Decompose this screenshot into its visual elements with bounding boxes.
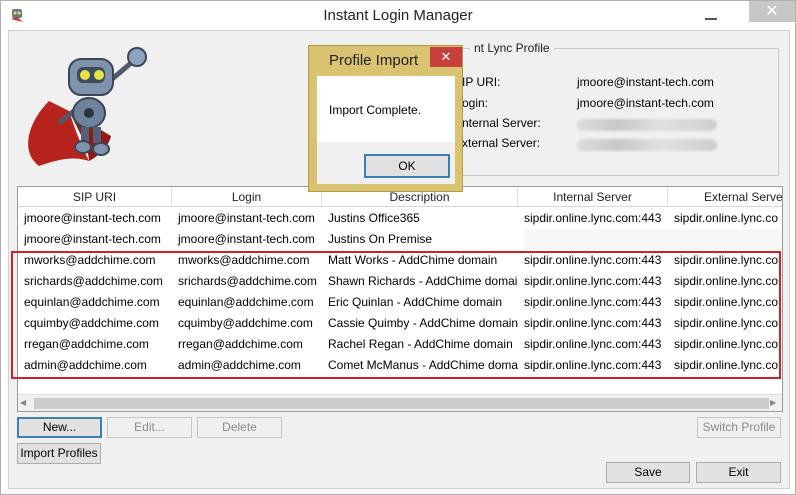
table-row[interactable]: equinlan@addchime.com equinlan@addchime.… bbox=[18, 292, 782, 313]
window-title: Instant Login Manager bbox=[323, 7, 473, 24]
cell-login: cquimby@addchime.com bbox=[178, 316, 313, 330]
dialog-close-button[interactable]: ✕ bbox=[430, 47, 462, 67]
profile-group-legend: nt Lync Profile bbox=[470, 41, 554, 55]
cell-sip-uri: jmoore@instant-tech.com bbox=[24, 211, 161, 225]
cell-internal-server: sipdir.online.lync.com:443 bbox=[524, 274, 662, 288]
cell-external-server: sipdir.online.lync.co bbox=[674, 211, 779, 225]
cell-login: srichards@addchime.com bbox=[178, 274, 317, 288]
login-label: ogin: bbox=[462, 96, 489, 110]
internal-server-label: nternal Server: bbox=[462, 116, 541, 130]
cell-external-server: sipdir.online.lync.co bbox=[674, 337, 779, 351]
cell-internal-server: sipdir.online.lync.com:443 bbox=[524, 211, 662, 225]
table-row[interactable]: mworks@addchime.com mworks@addchime.com … bbox=[18, 250, 782, 271]
new-profile-button[interactable]: New... bbox=[17, 417, 102, 438]
internal-server-value-redacted bbox=[577, 119, 717, 131]
cell-external-server: sipdir.online.lync.co bbox=[674, 316, 779, 330]
column-header-sip-uri[interactable]: SIP URI bbox=[18, 187, 172, 207]
cell-login: jmoore@instant-tech.com bbox=[178, 211, 315, 225]
cell-description: Cassie Quimby - AddChime domain bbox=[328, 316, 518, 330]
table-row[interactable]: rregan@addchime.com rregan@addchime.com … bbox=[18, 334, 782, 355]
cell-internal-server: sipdir.online.lync.com:443 bbox=[524, 295, 662, 309]
scrollbar-thumb[interactable] bbox=[34, 398, 769, 409]
cell-login: mworks@addchime.com bbox=[178, 253, 310, 267]
exit-button[interactable]: Exit bbox=[696, 462, 781, 483]
robot-logo bbox=[28, 47, 147, 166]
column-header-external-server[interactable]: External Server bbox=[668, 187, 782, 207]
column-header-login[interactable]: Login bbox=[172, 187, 322, 207]
table-row[interactable]: jmoore@instant-tech.com jmoore@instant-t… bbox=[18, 229, 782, 250]
cell-description: Shawn Richards - AddChime domai bbox=[328, 274, 518, 288]
profile-import-dialog: Profile Import ✕ Import Complete. OK bbox=[308, 45, 463, 192]
table-row[interactable]: jmoore@instant-tech.com jmoore@instant-t… bbox=[18, 208, 782, 229]
cell-sip-uri: mworks@addchime.com bbox=[24, 253, 156, 267]
sip-uri-label: IP URI: bbox=[462, 75, 501, 89]
cell-external-server: sipdir.online.lync.co bbox=[674, 295, 779, 309]
cell-description: Comet McManus - AddChime doma bbox=[328, 358, 518, 372]
column-header-internal-server[interactable]: Internal Server bbox=[518, 187, 668, 207]
dialog-footer: OK bbox=[317, 142, 455, 184]
profiles-grid[interactable]: SIP URI Login Description Internal Serve… bbox=[17, 186, 783, 412]
switch-profile-button[interactable]: Switch Profile bbox=[697, 417, 781, 438]
table-row[interactable]: cquimby@addchime.com cquimby@addchime.co… bbox=[18, 313, 782, 334]
dialog-title: Profile Import bbox=[329, 52, 419, 69]
external-server-label: xternal Server: bbox=[462, 136, 541, 150]
cell-login: jmoore@instant-tech.com bbox=[178, 232, 315, 246]
scroll-right-arrow-icon[interactable]: ▶ bbox=[770, 398, 780, 408]
cell-internal-server bbox=[524, 229, 668, 250]
main-window: Instant Login Manager ✕ nt Lync Profile … bbox=[0, 0, 796, 495]
cell-sip-uri: equinlan@addchime.com bbox=[24, 295, 160, 309]
sip-uri-value: jmoore@instant-tech.com bbox=[577, 75, 714, 89]
cell-external-server: sipdir.online.lync.co bbox=[674, 274, 779, 288]
dialog-message: Import Complete. bbox=[329, 103, 422, 117]
ok-button[interactable]: OK bbox=[364, 154, 450, 178]
title-bar: Instant Login Manager ✕ bbox=[1, 1, 795, 30]
dialog-body: Import Complete. bbox=[317, 76, 455, 142]
cell-internal-server: sipdir.online.lync.com:443 bbox=[524, 337, 662, 351]
cell-description: Rachel Regan - AddChime domain bbox=[328, 337, 513, 351]
table-row[interactable]: srichards@addchime.com srichards@addchim… bbox=[18, 271, 782, 292]
edit-profile-button[interactable]: Edit... bbox=[107, 417, 192, 438]
cell-login: admin@addchime.com bbox=[178, 358, 301, 372]
cell-sip-uri: cquimby@addchime.com bbox=[24, 316, 159, 330]
cell-sip-uri: jmoore@instant-tech.com bbox=[24, 232, 161, 246]
cell-internal-server: sipdir.online.lync.com:443 bbox=[524, 358, 662, 372]
scroll-left-arrow-icon[interactable]: ◀ bbox=[20, 398, 30, 408]
cell-external-server bbox=[668, 229, 782, 250]
window-close-button[interactable]: ✕ bbox=[749, 1, 795, 22]
save-button[interactable]: Save bbox=[606, 462, 690, 483]
cell-description: Matt Works - AddChime domain bbox=[328, 253, 498, 267]
delete-profile-button[interactable]: Delete bbox=[197, 417, 282, 438]
cell-sip-uri: admin@addchime.com bbox=[24, 358, 147, 372]
login-value: jmoore@instant-tech.com bbox=[577, 96, 714, 110]
cell-external-server: sipdir.online.lync.co bbox=[674, 253, 779, 267]
cell-login: rregan@addchime.com bbox=[178, 337, 303, 351]
cell-external-server: sipdir.online.lync.co bbox=[674, 358, 779, 372]
cell-description: Justins Office365 bbox=[328, 211, 420, 225]
cell-sip-uri: srichards@addchime.com bbox=[24, 274, 163, 288]
minimize-button[interactable] bbox=[704, 9, 718, 23]
external-server-value-redacted bbox=[577, 139, 717, 151]
cell-internal-server: sipdir.online.lync.com:443 bbox=[524, 316, 662, 330]
cell-login: equinlan@addchime.com bbox=[178, 295, 314, 309]
cell-internal-server: sipdir.online.lync.com:443 bbox=[524, 253, 662, 267]
cell-description: Eric Quinlan - AddChime domain bbox=[328, 295, 503, 309]
cell-sip-uri: rregan@addchime.com bbox=[24, 337, 149, 351]
import-profiles-button[interactable]: Import Profiles bbox=[17, 443, 101, 464]
horizontal-scrollbar[interactable]: ◀ ▶ bbox=[18, 394, 782, 411]
table-row[interactable]: admin@addchime.com admin@addchime.com Co… bbox=[18, 355, 782, 376]
cell-description: Justins On Premise bbox=[328, 232, 433, 246]
